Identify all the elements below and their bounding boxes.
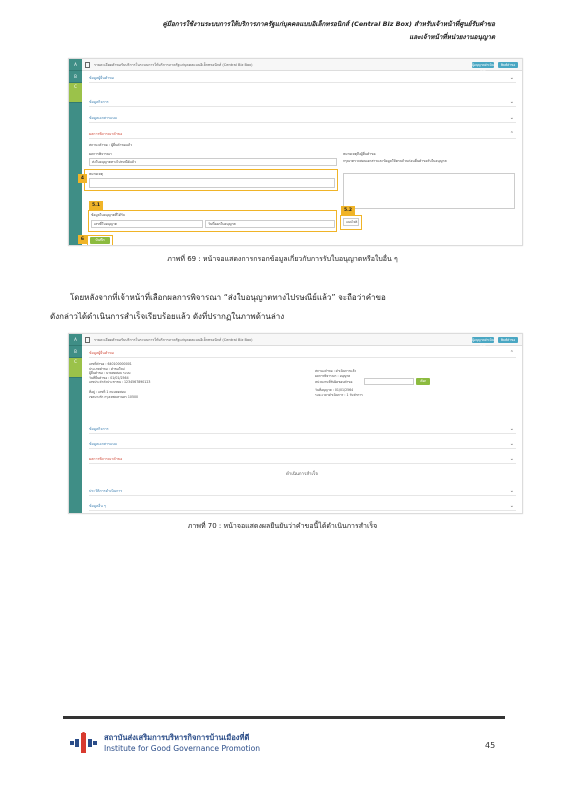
rail-item[interactable]: B xyxy=(69,346,82,358)
document-icon xyxy=(85,62,90,68)
paragraph-line-1: โดยหลังจากที่เจ้าหน้าที่เลือกผลการพิจารณ… xyxy=(70,293,386,302)
chevron-up-icon: ⌃ xyxy=(509,350,514,356)
document-icon xyxy=(85,337,90,343)
chevron-down-icon: ⌄ xyxy=(509,99,514,105)
step-badge-5-1: 5.1 xyxy=(89,201,103,210)
footer-rule xyxy=(63,716,505,719)
right-note-label: หมายเหตุถึงผู้ยื่นคำขอ xyxy=(343,152,376,156)
agency-label: หน่วยงานที่รับผิดชอบคำขอ xyxy=(315,380,353,384)
section-attachments[interactable]: ข้อมูลเอกสารแนบ ⌄ xyxy=(89,113,516,123)
top-bar: รายละเอียดคำขอรับบริการในระบบการให้บริกา… xyxy=(82,59,522,71)
step-badge-6: 6 xyxy=(78,235,87,244)
chevron-up-icon: ⌃ xyxy=(509,131,514,137)
header-line-2: และเจ้าหน้าที่หน่วยงานอนุญาต xyxy=(409,33,495,41)
footer-org-thai: สถาบันส่งเสริมการบริหารกิจการบ้านเมืองที… xyxy=(104,733,250,742)
applicant-info-right: สถานะคำขอ : ดำเนินการแล้ว ผลการพิจารณา :… xyxy=(315,369,357,378)
select-button[interactable]: เลือก xyxy=(416,378,430,385)
paragraph-line-2: ดังกล่าวได้ดำเนินการสำเร็จเรียบร้อยแล้ว … xyxy=(50,312,285,321)
license-date-field[interactable]: วันที่ออกใบอนุญาต xyxy=(205,220,335,228)
section-result[interactable]: ผลการพิจารณาคำขอ ⌃ xyxy=(89,129,516,139)
page-header: คู่มือการใช้งานระบบการให้บริการภาครัฐแก่… xyxy=(35,18,495,44)
page-number: 45 xyxy=(485,741,496,750)
step-badge-4: 4 xyxy=(78,174,87,183)
result-select[interactable]: ส่งใบอนุญาตทางไปรษณีย์แล้ว xyxy=(89,158,337,166)
screenshot-1: A B C รายละเอียดคำขอรับบริการในระบบการให… xyxy=(68,58,523,246)
print-button[interactable]: พิมพ์คำขอ xyxy=(498,337,518,343)
section-applicant[interactable]: ข้อมูลผู้ยื่นคำขอ ⌄ xyxy=(89,73,516,83)
chevron-down-icon: ⌄ xyxy=(509,488,514,494)
approve-button[interactable]: ผู้อนุญาตดำเนินการ xyxy=(472,337,494,348)
section-business[interactable]: ข้อมูลกิจการ ⌄ xyxy=(89,424,516,434)
chevron-down-icon: ⌄ xyxy=(509,426,514,432)
note-label: หมายเหตุ xyxy=(89,172,103,176)
caption-1: ภาพที่ 69 : หน้าจอแสดงการกรอกข้อมูลเกี่ย… xyxy=(167,255,398,263)
license-number-field[interactable]: เลขที่ใบอนุญาต xyxy=(91,220,203,228)
chevron-down-icon: ⌄ xyxy=(509,456,514,462)
status-label: สถานะคำขอ : ผู้ยื่นคำขอแล้ว xyxy=(89,143,132,147)
applicant-info-left: เลขที่คำขอ : 640100000001 ประเภทคำขอ : ค… xyxy=(89,362,151,399)
header-line-1: คู่มือการใช้งานระบบการให้บริการภาครัฐแก่… xyxy=(162,20,495,28)
side-rail: A B C xyxy=(69,59,82,245)
top-bar: รายละเอียดคำขอรับบริการในระบบการให้บริกา… xyxy=(82,334,522,346)
chevron-down-icon: ⌄ xyxy=(509,441,514,447)
approve-button[interactable]: ผู้อนุญาตดำเนินการ xyxy=(472,62,494,73)
top-bar-title: รายละเอียดคำขอรับบริการในระบบการให้บริกา… xyxy=(94,338,253,342)
rail-item-active[interactable]: C xyxy=(69,358,82,378)
right-note-text: กรุณาตรวจสอบเอกสารและข้อมูลให้ครบถ้วนก่อ… xyxy=(343,159,447,163)
save-button[interactable]: บันทึก xyxy=(90,237,110,244)
caption-2: ภาพที่ 70 : หน้าจอแสดงผลยืนยันว่าคำขอนี้… xyxy=(187,522,378,530)
step-badge-5-2: 5.2 xyxy=(341,206,355,215)
footer-org-english: Institute for Good Governance Promotion xyxy=(104,744,261,753)
chevron-down-icon: ⌄ xyxy=(509,115,514,121)
section-business[interactable]: ข้อมูลกิจการ ⌄ xyxy=(89,97,516,107)
chevron-down-icon: ⌄ xyxy=(509,503,514,509)
note-textarea[interactable] xyxy=(89,178,335,188)
attach-file-button[interactable]: แนบไฟล์ xyxy=(343,218,359,226)
rail-item[interactable]: A xyxy=(69,59,82,71)
license-label: ข้อมูลใบอนุญาตที่ได้รับ xyxy=(91,213,125,217)
rail-item[interactable]: B xyxy=(69,71,82,83)
side-rail: A B C xyxy=(69,334,82,513)
agency-select[interactable] xyxy=(364,378,414,385)
institute-logo xyxy=(70,732,97,753)
print-button[interactable]: พิมพ์คำขอ xyxy=(498,62,518,68)
result-label: ผลการพิจารณา xyxy=(89,152,112,156)
section-history[interactable]: ประวัติการดำเนินการ ⌄ xyxy=(89,486,516,496)
rail-item-active[interactable]: C xyxy=(69,83,82,103)
applicant-info-right-2: วันที่อนุญาต : 01/01/2564 ระยะเวลาดำเนิน… xyxy=(315,388,363,397)
section-attachments[interactable]: ข้อมูลเอกสารแนบ ⌄ xyxy=(89,439,516,449)
chevron-down-icon: ⌄ xyxy=(509,75,514,81)
section-applicant[interactable]: ข้อมูลผู้ยื่นคำขอ ⌃ xyxy=(89,348,516,358)
top-bar-title: รายละเอียดคำขอรับบริการในระบบการให้บริกา… xyxy=(94,63,253,67)
rail-item[interactable]: A xyxy=(69,334,82,346)
right-textarea[interactable] xyxy=(343,173,515,209)
screenshot-2: A B C รายละเอียดคำขอรับบริการในระบบการให… xyxy=(68,333,523,514)
section-other[interactable]: ข้อมูลอื่น ๆ ⌄ xyxy=(89,501,516,511)
section-result[interactable]: ผลการพิจารณาคำขอ ⌄ xyxy=(89,454,516,464)
success-message: ดำเนินการสำเร็จ xyxy=(286,472,318,477)
